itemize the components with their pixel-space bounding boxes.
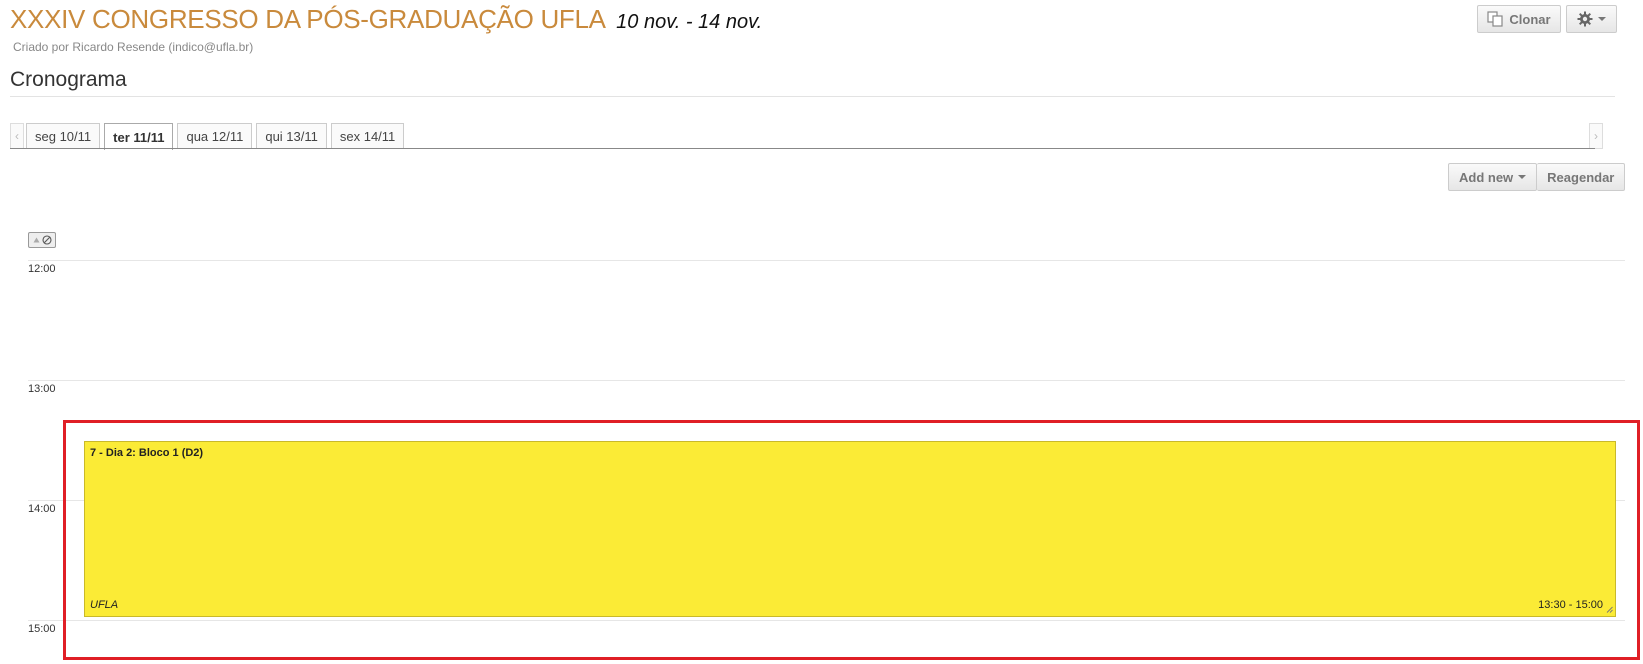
no-entry-icon xyxy=(41,235,52,245)
clone-button[interactable]: Clonar xyxy=(1477,5,1561,33)
chevron-down-icon xyxy=(1518,175,1527,179)
chevron-left-icon: ‹ xyxy=(15,129,19,143)
hour-gridline xyxy=(28,260,1625,261)
copy-icon xyxy=(1487,11,1504,27)
section-title: Cronograma xyxy=(10,68,127,91)
tab-day[interactable]: seg 10/11 xyxy=(26,123,101,149)
event-title-block: XXXIV CONGRESSO DA PÓS-GRADUAÇÃO UFLA 10… xyxy=(10,4,762,35)
timetable-toolbar: Add new Reagendar xyxy=(1448,163,1626,191)
add-new-label: Add new xyxy=(1459,169,1514,185)
creator-text: Criado por Ricardo Resende (indico@ufla.… xyxy=(13,40,254,54)
tab-strip-divider xyxy=(10,148,1595,149)
event-dates: 10 nov. - 14 nov. xyxy=(616,11,763,33)
next-day-button[interactable]: › xyxy=(1589,123,1603,149)
hour-label: 12:00 xyxy=(28,263,56,275)
settings-button[interactable] xyxy=(1566,5,1617,33)
arrow-up-icon xyxy=(33,237,39,243)
chevron-down-icon xyxy=(1598,17,1606,21)
gear-icon xyxy=(1577,11,1593,27)
tab-day[interactable]: qua 12/11 xyxy=(177,123,253,149)
add-new-button[interactable]: Add new xyxy=(1448,163,1538,191)
expand-collapse-toggle[interactable] xyxy=(28,232,56,248)
clone-label: Clonar xyxy=(1509,11,1551,27)
section-divider xyxy=(10,96,1615,97)
event-title: XXXIV CONGRESSO DA PÓS-GRADUAÇÃO UFLA xyxy=(10,4,606,34)
hour-gridline xyxy=(28,380,1625,381)
tab-day[interactable]: sex 14/11 xyxy=(330,123,405,149)
tab-day-active[interactable]: ter 11/11 xyxy=(104,123,174,150)
hour-label: 13:00 xyxy=(28,383,56,395)
highlight-box xyxy=(63,420,1640,660)
day-tabs: seg 10/11 ter 11/11 qua 12/11 qui 13/11 … xyxy=(26,123,405,150)
hour-label: 14:00 xyxy=(28,503,56,515)
reschedule-button[interactable]: Reagendar xyxy=(1537,163,1626,191)
chevron-right-icon: › xyxy=(1594,129,1598,143)
hour-label: 15:00 xyxy=(28,623,56,635)
prev-day-button[interactable]: ‹ xyxy=(10,123,24,149)
tab-day[interactable]: qui 13/11 xyxy=(256,123,327,149)
